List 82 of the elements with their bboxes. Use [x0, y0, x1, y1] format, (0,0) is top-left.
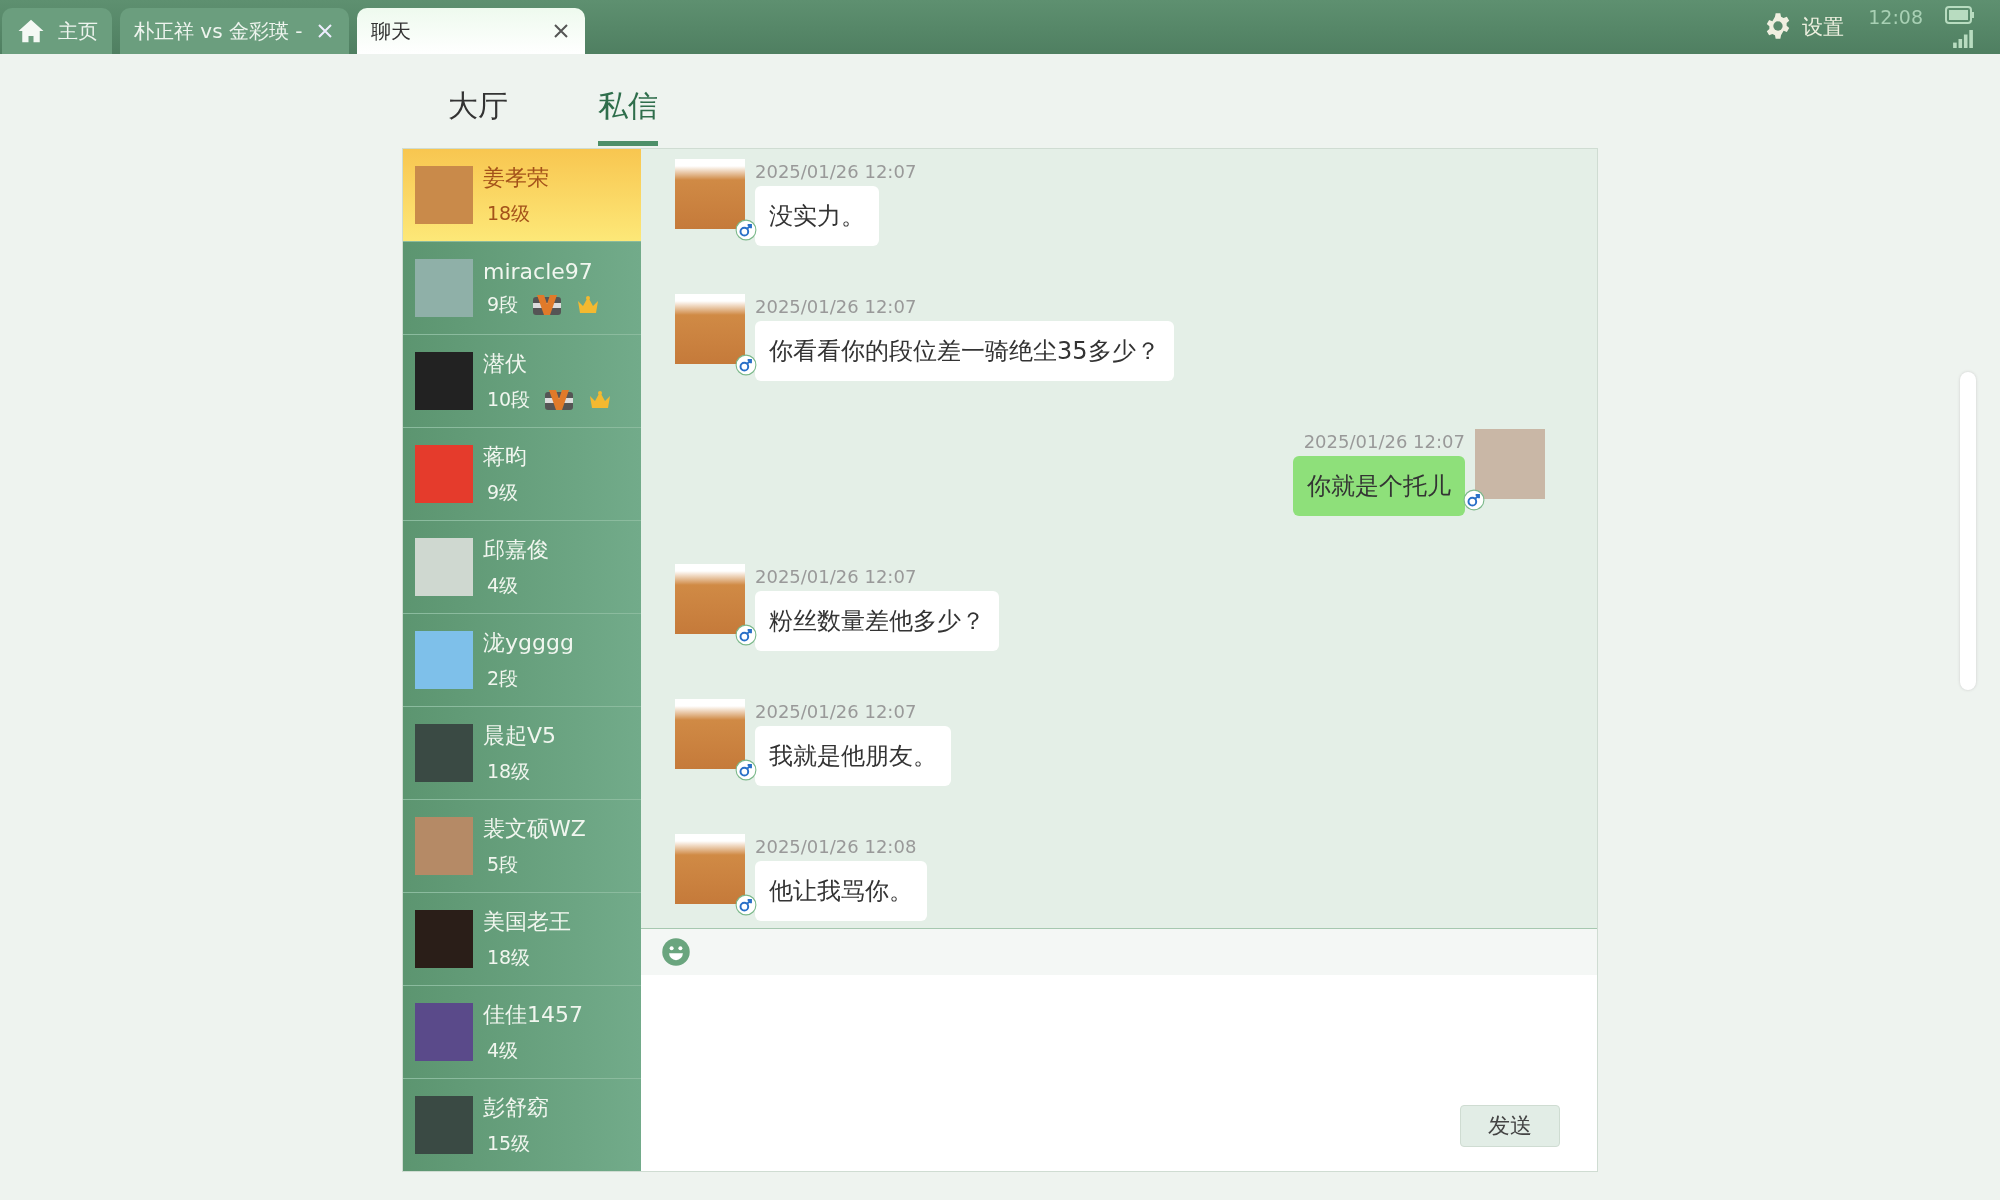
contact-item[interactable]: 佳佳1457 4级 [403, 986, 641, 1079]
avatar-placeholder [415, 910, 473, 968]
avatar-placeholder [1475, 429, 1545, 499]
contact-item[interactable]: 潜伏 10段 [403, 335, 641, 428]
message-bubble: 他让我骂你。 [755, 861, 927, 921]
avatar-placeholder [415, 445, 473, 503]
contact-rank: 18级 [486, 201, 531, 226]
male-icon [735, 624, 757, 646]
contact-rank: 9级 [486, 480, 519, 505]
window-tab[interactable]: 聊天 [356, 8, 585, 54]
avatar-placeholder [415, 1003, 473, 1061]
contact-name: 晨起V5 [483, 722, 557, 750]
male-icon [735, 219, 757, 241]
contact-rank: 9段 [486, 291, 519, 317]
message-time: 2025/01/26 12:07 [755, 566, 917, 587]
avatar-placeholder [675, 834, 745, 904]
contact-name: 裴文硕WZ [483, 815, 586, 843]
male-icon [735, 759, 757, 781]
avatar-placeholder [415, 631, 473, 689]
contact-name: 佳佳1457 [483, 1001, 583, 1029]
contact-item[interactable]: 彭舒窈 15级 [403, 1079, 641, 1171]
avatar-placeholder [675, 294, 745, 364]
contact-rank: 2段 [486, 666, 519, 691]
avatar-placeholder [415, 724, 473, 782]
contact-item[interactable]: 晨起V5 18级 [403, 707, 641, 800]
emoji-icon[interactable] [661, 937, 691, 967]
contact-item[interactable]: 姜孝荣 18级 [403, 149, 641, 242]
avatar-placeholder [675, 159, 745, 229]
contact-item[interactable]: miracle97 9段 [403, 242, 641, 335]
contact-name: miracle97 [483, 258, 594, 284]
male-icon [735, 894, 757, 916]
settings-label[interactable]: 设置 [1802, 13, 1845, 41]
avatar-placeholder [675, 564, 745, 634]
contact-rank: 18级 [486, 945, 531, 970]
tab-label: 主页 [58, 17, 98, 45]
contact-rank: 15级 [486, 1131, 531, 1156]
window-tab[interactable]: 主页 [2, 8, 112, 54]
section-tab[interactable]: 大厅 [448, 86, 508, 146]
contact-rank: 18级 [486, 759, 531, 784]
avatar-placeholder [415, 817, 473, 875]
avatar-placeholder [415, 1096, 473, 1154]
contact-item[interactable]: 裴文硕WZ 5段 [403, 800, 641, 893]
message-time: 2025/01/26 12:08 [755, 836, 917, 857]
message-bubble: 没实力。 [755, 186, 879, 246]
contact-name: 潜伏 [483, 350, 528, 378]
male-icon [1463, 489, 1485, 511]
contact-name: 蒋昀 [483, 443, 527, 471]
contact-name: 彭舒窈 [483, 1094, 549, 1122]
contact-item[interactable]: 邱嘉俊 4级 [403, 521, 641, 614]
avatar-placeholder [415, 352, 473, 410]
message-time: 2025/01/26 12:07 [755, 161, 917, 182]
contact-item[interactable]: 泷ygggg 2段 [403, 614, 641, 707]
contact-rank: 5段 [486, 852, 519, 877]
send-button[interactable]: 发送 [1460, 1105, 1560, 1147]
contact-rank: 10段 [486, 387, 531, 412]
contact-name: 泷ygggg [483, 629, 574, 657]
avatar-placeholder [415, 538, 473, 596]
scrollbar[interactable] [1960, 372, 1976, 690]
message-bubble: 你看看你的段位差一骑绝尘35多少？ [755, 321, 1174, 381]
message-bubble: 粉丝数量差他多少？ [755, 591, 999, 651]
battery-icon [1945, 6, 1975, 24]
signal-icon [1951, 30, 1975, 48]
message-time: 2025/01/26 12:07 [755, 701, 917, 722]
avatar-placeholder [675, 699, 745, 769]
window-tab[interactable]: 朴正祥 vs 金彩瑛 - [120, 8, 349, 54]
tab-label: 聊天 [370, 17, 411, 45]
contact-name: 邱嘉俊 [483, 536, 549, 564]
avatar-placeholder [415, 259, 473, 317]
avatar-placeholder [415, 166, 473, 224]
contact-item[interactable]: 蒋昀 9级 [403, 428, 641, 521]
clock-time: 12:08 [1868, 6, 1923, 28]
message-time: 2025/01/26 12:07 [1303, 431, 1465, 452]
message-time: 2025/01/26 12:07 [755, 296, 917, 317]
message-bubble: 我就是他朋友。 [755, 726, 951, 786]
contact-name: 美国老王 [483, 908, 571, 936]
contact-rank: 4级 [486, 1038, 519, 1063]
tab-label: 朴正祥 vs 金彩瑛 - [134, 17, 303, 45]
contact-name: 姜孝荣 [483, 164, 549, 192]
contact-item[interactable]: 美国老王 18级 [403, 893, 641, 986]
contact-rank: 4级 [486, 573, 519, 598]
male-icon [735, 354, 757, 376]
message-bubble: 你就是个托儿 [1293, 456, 1465, 516]
